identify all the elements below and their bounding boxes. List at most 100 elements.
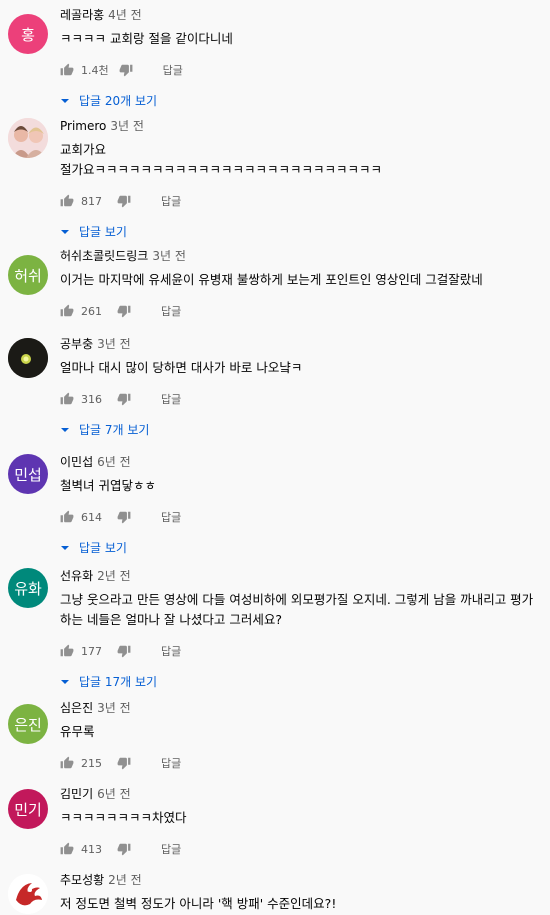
comment-time[interactable]: 3년 전: [97, 337, 131, 351]
comment-actions: 261 답글: [60, 303, 544, 319]
comment-actions: 817 답글: [60, 193, 544, 209]
thumbs-up-icon[interactable]: [60, 392, 74, 406]
chevron-down-icon: [60, 676, 70, 686]
thumbs-up-icon[interactable]: [60, 756, 74, 770]
avatar[interactable]: 홍: [8, 14, 48, 54]
comment-author[interactable]: 공부충: [60, 337, 93, 351]
avatar-initials: 허쉬: [14, 266, 42, 285]
thumbs-up-icon[interactable]: [60, 842, 74, 856]
avatar-initials: 민기: [14, 800, 42, 819]
thumbs-up-icon[interactable]: [60, 63, 74, 77]
reply-button[interactable]: 답글: [161, 303, 181, 319]
comment-text: ㅋㅋㅋㅋ 교회랑 절을 같이다니네: [60, 31, 233, 46]
thumbs-down-icon[interactable]: [117, 644, 131, 658]
comment-time[interactable]: 6년 전: [97, 455, 131, 469]
chevron-down-icon: [60, 226, 70, 236]
avatar[interactable]: [8, 118, 48, 158]
view-replies-button[interactable]: 답글 7개 보기: [60, 421, 544, 437]
avatar-initials: 민섭: [14, 465, 42, 484]
avatar[interactable]: 유화: [8, 568, 48, 608]
comment-header: 추모성황 2년 전: [60, 872, 544, 888]
comment-text: 이거는 마지막에 유세윤이 유병재 불쌍하게 보는게 포인트인 영상인데 그걸잘…: [60, 272, 483, 287]
reply-button[interactable]: 답글: [161, 841, 181, 857]
comment-header: Primero 3년 전: [60, 118, 544, 134]
avatar[interactable]: 허쉬: [8, 255, 48, 295]
thumbs-up-icon[interactable]: [60, 510, 74, 524]
reply-button[interactable]: 답글: [161, 509, 181, 525]
like-count: 817: [81, 194, 102, 208]
thumbs-down-icon[interactable]: [117, 842, 131, 856]
reply-button[interactable]: 답글: [161, 193, 181, 209]
chevron-down-icon: [60, 542, 70, 552]
view-replies-label: 답글 보기: [79, 540, 127, 555]
comment-author[interactable]: Primero: [60, 119, 106, 133]
avatar[interactable]: 은진: [8, 704, 48, 744]
chevron-down-icon: [60, 424, 70, 434]
comment-time[interactable]: 3년 전: [97, 701, 131, 715]
comment-text: ㅋㅋㅋㅋㅋㅋㅋㅋ차였다: [60, 810, 187, 825]
like-count: 614: [81, 510, 102, 524]
reply-button[interactable]: 답글: [161, 755, 181, 771]
view-replies-button[interactable]: 답글 보기: [60, 539, 544, 555]
comment-header: 허쉬초콜릿드링크 3년 전: [60, 248, 544, 264]
comment-actions: 614 답글: [60, 509, 544, 525]
avatar[interactable]: 민기: [8, 789, 48, 829]
like-count: 413: [81, 842, 102, 856]
comment-text: 얼마나 대시 많이 당하면 대사가 바로 나오냨ㅋ: [60, 360, 303, 375]
thumbs-up-icon[interactable]: [60, 304, 74, 318]
thumbs-down-icon[interactable]: [119, 63, 133, 77]
comment-header: 레골라홍 4년 전: [60, 7, 544, 23]
comment-time[interactable]: 6년 전: [97, 787, 131, 801]
reply-button[interactable]: 답글: [161, 391, 181, 407]
thumbs-down-icon[interactable]: [117, 304, 131, 318]
comment-text: 교회가요 절가요ㅋㅋㅋㅋㅋㅋㅋㅋㅋㅋㅋㅋㅋㅋㅋㅋㅋㅋㅋㅋㅋㅋㅋㅋㅋ: [60, 142, 383, 177]
like-count: 1.4천: [81, 64, 109, 77]
comment-author[interactable]: 선유화: [60, 569, 93, 583]
comment-header: 이민섭 6년 전: [60, 454, 544, 470]
thumbs-down-icon[interactable]: [117, 756, 131, 770]
comment-time[interactable]: 3년 전: [152, 249, 186, 263]
avatar[interactable]: [8, 338, 48, 378]
like-count: 215: [81, 756, 102, 770]
comment-author[interactable]: 이민섭: [60, 455, 93, 469]
comment-text: 그냥 웃으라고 만든 영상에 다들 여성비하에 외모평가질 오지네. 그렇게 남…: [60, 592, 534, 627]
view-replies-button[interactable]: 답글 보기: [60, 223, 544, 239]
avatar-initials: 은진: [14, 715, 42, 734]
comment-author[interactable]: 허쉬초콜릿드링크: [60, 249, 148, 263]
reply-button[interactable]: 답글: [161, 643, 181, 659]
avatar[interactable]: 민섭: [8, 454, 48, 494]
view-replies-label: 답글 보기: [79, 224, 127, 239]
avatar-initials: 홍: [21, 25, 35, 44]
comment-author[interactable]: 추모성황: [60, 873, 104, 887]
comment-header: 선유화 2년 전: [60, 568, 544, 584]
comment-actions: 316 답글: [60, 391, 544, 407]
comment-header: 심은진 3년 전: [60, 700, 544, 716]
glowing-orb-icon: [8, 338, 48, 378]
view-replies-button[interactable]: 답글 20개 보기: [60, 92, 544, 108]
phoenix-emblem-icon: [8, 874, 48, 914]
comment-header: 김민기 6년 전: [60, 786, 544, 802]
thumbs-up-icon[interactable]: [60, 644, 74, 658]
comment-author[interactable]: 레골라홍: [60, 8, 104, 22]
comment-time[interactable]: 2년 전: [97, 569, 131, 583]
comment-author[interactable]: 심은진: [60, 701, 93, 715]
comment-header: 공부충 3년 전: [60, 336, 544, 352]
like-count: 177: [81, 644, 102, 658]
view-replies-label: 답글 20개 보기: [79, 93, 158, 108]
view-replies-button[interactable]: 답글 17개 보기: [60, 673, 544, 689]
comment-time[interactable]: 3년 전: [110, 119, 144, 133]
thumbs-down-icon[interactable]: [117, 510, 131, 524]
like-count: 316: [81, 392, 102, 406]
thumbs-down-icon[interactable]: [117, 194, 131, 208]
avatar[interactable]: [8, 874, 48, 914]
comment-time[interactable]: 2년 전: [108, 873, 142, 887]
comment-author[interactable]: 김민기: [60, 787, 93, 801]
comment-text: 철벽녀 귀엽닿ㅎㅎ: [60, 478, 156, 493]
view-replies-label: 답글 7개 보기: [79, 422, 150, 437]
thumbs-down-icon[interactable]: [117, 392, 131, 406]
view-replies-label: 답글 17개 보기: [79, 674, 158, 689]
reply-button[interactable]: 답글: [163, 62, 183, 78]
like-count: 261: [81, 304, 102, 318]
comment-time[interactable]: 4년 전: [108, 8, 142, 22]
thumbs-up-icon[interactable]: [60, 194, 74, 208]
